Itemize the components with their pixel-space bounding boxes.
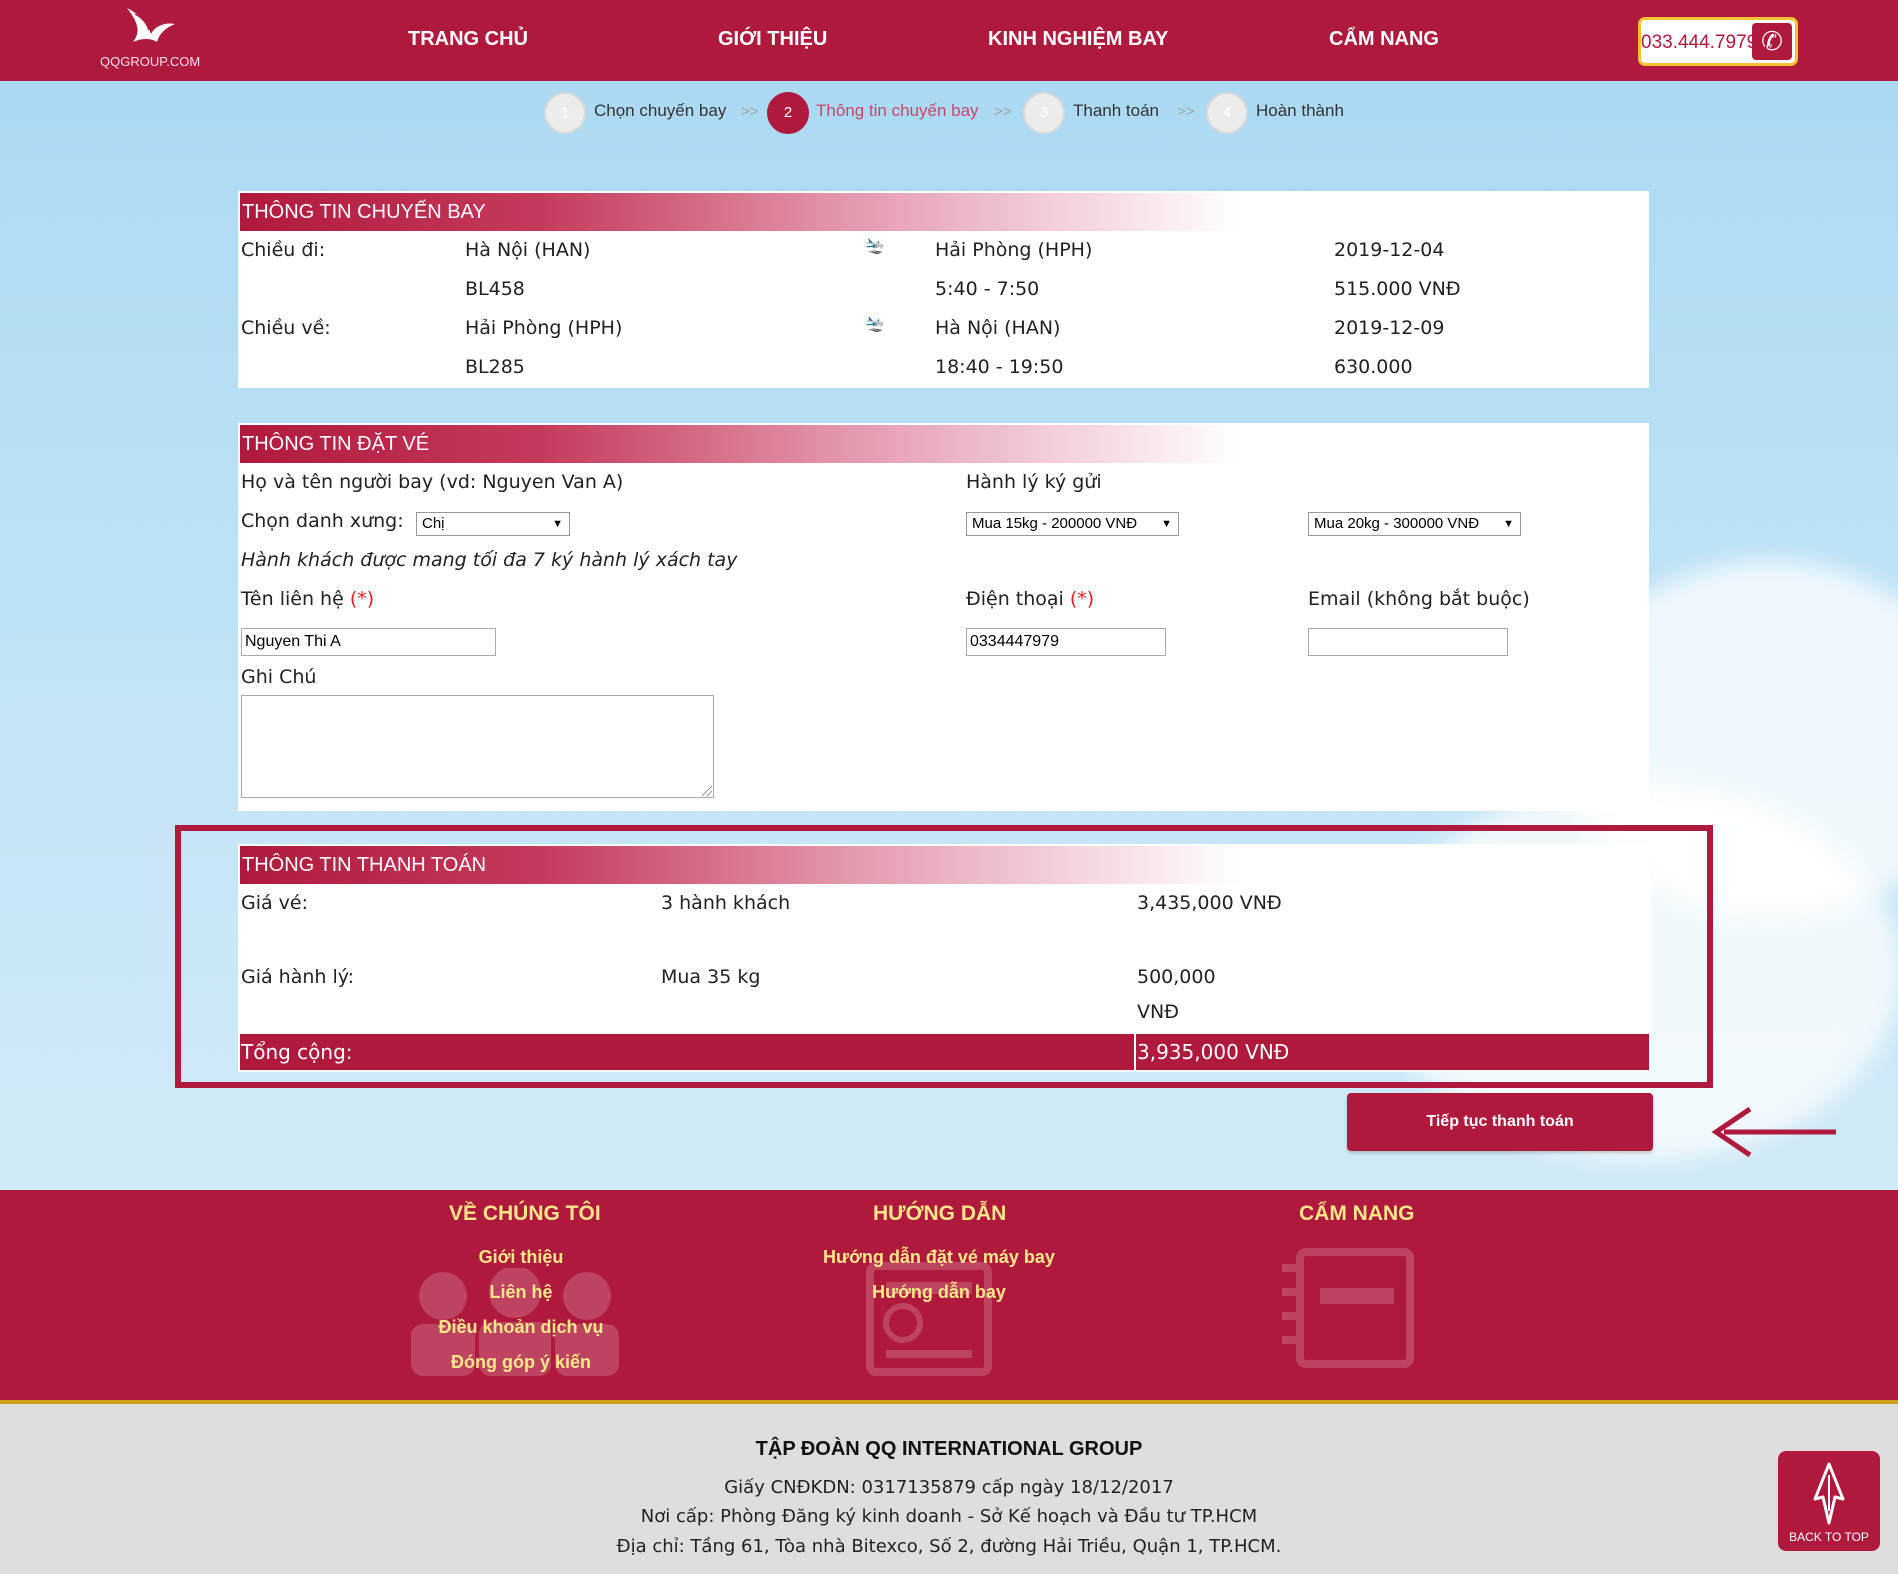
back-to-top-button[interactable]: BACK TO TOP — [1778, 1451, 1880, 1551]
outbound-to: Hải Phòng (HPH) — [935, 239, 1093, 261]
footer-link-lien-he[interactable]: Liên hệ — [420, 1282, 622, 1303]
step-separator: >> — [1177, 103, 1195, 120]
payment-highlight-frame — [175, 825, 1713, 1088]
phone-input[interactable]: 0334447979 — [966, 628, 1166, 656]
return-to: Hà Nội (HAN) — [935, 317, 1061, 339]
email-input[interactable] — [1308, 628, 1508, 656]
logo-text: QQGROUP.COM — [100, 54, 201, 69]
required-mark: (*) — [1069, 588, 1095, 610]
step-separator: >> — [994, 103, 1012, 120]
return-date: 2019-12-09 — [1334, 317, 1445, 339]
contact-name-input[interactable]: Nguyen Thi A — [241, 628, 496, 656]
outbound-label: Chiều đi: — [241, 239, 326, 261]
hand-luggage-note: Hành khách được mang tối đa 7 ký hành lý… — [241, 549, 738, 571]
outbound-price: 515.000 VNĐ — [1334, 278, 1461, 300]
nav-kinh-nghiem-bay[interactable]: KINH NGHIỆM BAY — [988, 28, 1168, 51]
hotline-button[interactable]: 033.444.7979 ✆ — [1638, 17, 1798, 66]
salutation-select[interactable]: Chị ▼ — [416, 512, 570, 536]
site-logo[interactable]: QQGROUP.COM — [100, 4, 200, 76]
company-issuer: Nơi cấp: Phòng Đăng ký kinh doanh - Sở K… — [640, 1506, 1258, 1527]
footer-link-huong-dan-bay[interactable]: Hướng dẫn bay — [790, 1282, 1088, 1303]
dropdown-arrow-icon: ▼ — [1161, 518, 1172, 530]
contact-name-label: Tên liên hệ (*) — [241, 588, 374, 610]
step-2-label: Thông tin chuyến bay — [816, 101, 979, 120]
footer-link-dieu-khoan[interactable]: Điều khoản dịch vụ — [420, 1317, 622, 1338]
step-3-circle: 3 — [1023, 92, 1065, 134]
phone-label: Điện thoại (*) — [966, 588, 1094, 610]
baggage-select-1-value: Mua 15kg - 200000 VNĐ — [972, 515, 1138, 532]
baggage-label: Hành lý ký gửi — [966, 471, 1102, 493]
note-label: Ghi Chú — [241, 666, 317, 688]
step-4-label: Hoàn thành — [1256, 101, 1344, 120]
hotline-number: 033.444.7979 — [1641, 32, 1758, 53]
back-to-top-label: BACK TO TOP — [1789, 1530, 1869, 1544]
top-navigation-bar: QQGROUP.COM TRANG CHỦ GIỚI THIỆU KINH NG… — [0, 0, 1898, 81]
contact-name-label-text: Tên liên hệ — [241, 588, 344, 610]
nav-trang-chu[interactable]: TRANG CHỦ — [408, 28, 528, 51]
note-textarea[interactable] — [241, 695, 714, 798]
step-1-circle: 1 — [544, 92, 586, 134]
return-label: Chiều về: — [241, 317, 331, 339]
nav-gioi-thieu[interactable]: GIỚI THIỆU — [718, 28, 827, 51]
booking-info-title: THÔNG TIN ĐẶT VÉ — [240, 425, 1240, 463]
baggage-select-1[interactable]: Mua 15kg - 200000 VNĐ ▼ — [966, 512, 1179, 536]
flight-info-title: THÔNG TIN CHUYẾN BAY — [240, 193, 1240, 231]
baggage-select-2-value: Mua 20kg - 300000 VNĐ — [1314, 515, 1480, 532]
salutation-label: Chọn danh xưng: — [241, 510, 404, 532]
required-mark: (*) — [349, 588, 375, 610]
flight-info-panel: THÔNG TIN CHUYẾN BAY Chiều đi: Hà Nội (H… — [238, 191, 1649, 388]
step-4-circle: 4 — [1206, 92, 1248, 134]
dropdown-arrow-icon: ▼ — [1503, 518, 1514, 530]
return-from: Hải Phòng (HPH) — [465, 317, 623, 339]
phone-icon: ✆ — [1752, 23, 1792, 60]
step-1-label: Chọn chuyến bay — [594, 101, 727, 120]
step-2-circle: 2 — [767, 92, 809, 134]
footer-guide-heading: HƯỚNG DẪN — [873, 1202, 1007, 1225]
plane-icon: 🛬 — [865, 236, 885, 255]
continue-payment-button[interactable]: Tiếp tục thanh toán — [1347, 1093, 1653, 1151]
document-icon — [866, 1262, 992, 1376]
company-name: TẬP ĐOÀN QQ INTERNATIONAL GROUP — [755, 1438, 1143, 1460]
outbound-time: 5:40 - 7:50 — [935, 278, 1040, 300]
plane-icon: 🛬 — [865, 314, 885, 333]
resize-handle[interactable] — [702, 786, 712, 796]
rocket-icon — [1813, 1462, 1845, 1525]
footer-about-heading: VỀ CHÚNG TÔI — [449, 1202, 601, 1225]
email-label: Email (không bắt buộc) — [1308, 588, 1530, 610]
company-license: Giấy CNĐKDN: 0317135879 cấp ngày 18/12/2… — [724, 1477, 1174, 1498]
footer-handbook-heading[interactable]: CẨM NANG — [1299, 1202, 1415, 1226]
phone-label-text: Điện thoại — [966, 588, 1064, 610]
outbound-from: Hà Nội (HAN) — [465, 239, 591, 261]
step-separator: >> — [741, 103, 759, 120]
bird-logo-icon — [127, 8, 175, 42]
outbound-date: 2019-12-04 — [1334, 239, 1445, 261]
footer-link-gop-y[interactable]: Đóng góp ý kiến — [420, 1352, 622, 1373]
footer-link-gioi-thieu[interactable]: Giới thiệu — [420, 1247, 622, 1268]
dropdown-arrow-icon: ▼ — [552, 518, 563, 530]
return-time: 18:40 - 19:50 — [935, 356, 1064, 378]
notebook-icon — [1282, 1248, 1414, 1368]
return-flight-number: BL285 — [465, 356, 525, 378]
company-address: Địa chỉ: Tầng 61, Tòa nhà Bitexco, Số 2,… — [616, 1536, 1282, 1557]
pointer-arrow-icon — [1711, 1106, 1836, 1158]
booking-info-panel: THÔNG TIN ĐẶT VÉ Họ và tên người bay (vd… — [238, 423, 1649, 811]
salutation-value: Chị — [422, 515, 445, 532]
nav-cam-nang[interactable]: CẨM NANG — [1329, 28, 1439, 51]
baggage-select-2[interactable]: Mua 20kg - 300000 VNĐ ▼ — [1308, 512, 1521, 536]
return-price: 630.000 — [1334, 356, 1413, 378]
step-3-label: Thanh toán — [1073, 101, 1160, 120]
footer-link-huong-dan-dat-ve[interactable]: Hướng dẫn đặt vé máy bay — [790, 1247, 1088, 1268]
outbound-flight-number: BL458 — [465, 278, 525, 300]
passenger-name-label: Họ và tên người bay (vd: Nguyen Van A) — [241, 471, 624, 493]
